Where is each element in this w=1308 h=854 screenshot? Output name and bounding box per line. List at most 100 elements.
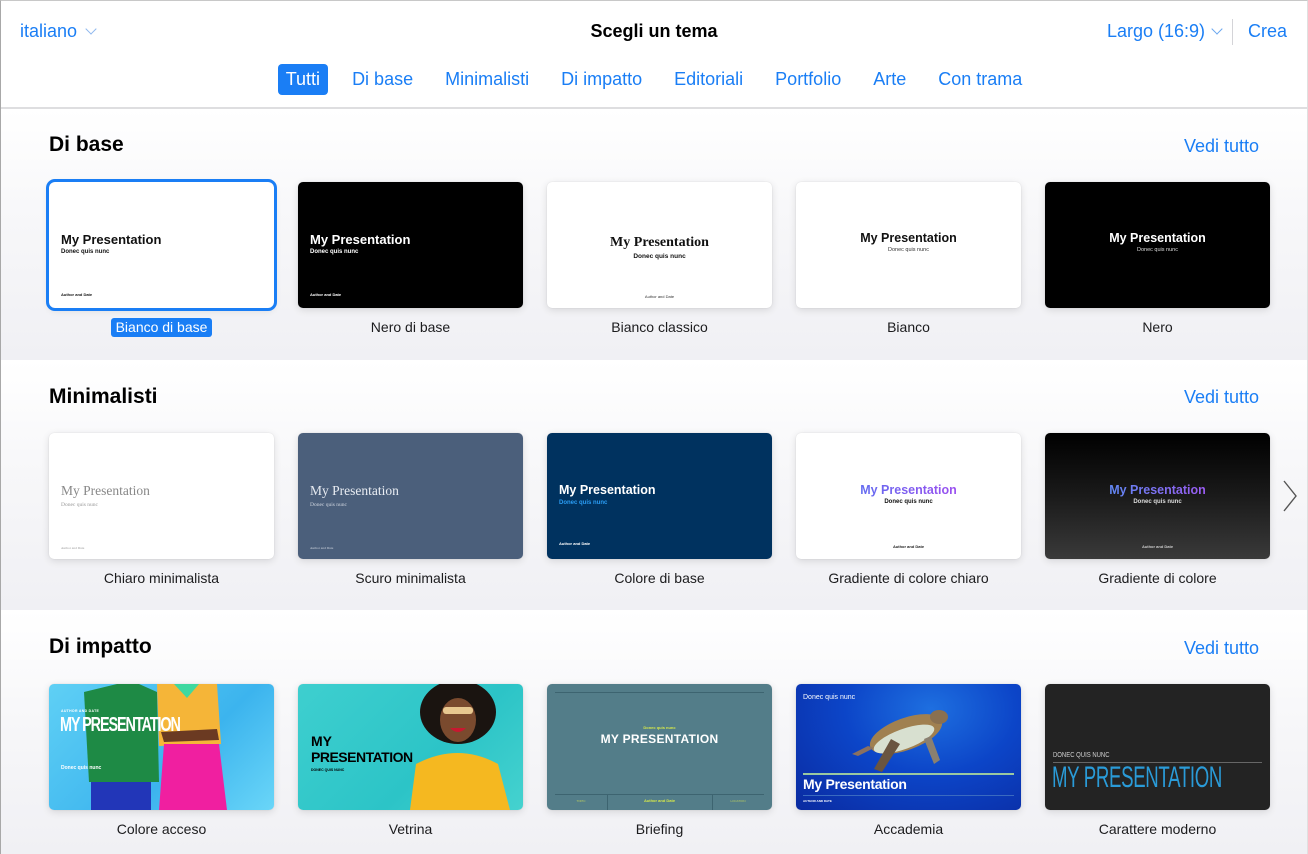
slide-footer-left: TOPIC [576,799,586,803]
theme-card-chiaro-minimalista[interactable]: My Presentation Donec quis nunc Author a… [49,433,274,588]
slide-footer: Author and Date [310,292,342,297]
see-all-link[interactable]: Vedi tutto [1184,387,1259,408]
theme-card-nero-di-base[interactable]: My Presentation Donec quis nunc Author a… [298,182,523,337]
theme-name: Colore acceso [116,821,207,837]
slide-footer: Author and Date [310,546,334,550]
tab-portfolio[interactable]: Portfolio [767,64,849,95]
chevron-right-icon[interactable] [1281,478,1299,514]
aspect-ratio-dropdown[interactable]: Largo (16:9) [1106,21,1223,42]
theme-card-carattere-moderno[interactable]: DONEC QUIS NUNC MY PRESENTATION Caratter… [1045,684,1270,839]
theme-card-gradiente-di-colore-chiaro[interactable]: My Presentation Donec quis nunc Author a… [796,433,1021,588]
slide-footer: Author and Date [559,541,591,546]
slide-subtitle: Donec quis nunc [888,247,929,253]
theme-name: Bianco di base [110,318,213,337]
theme-name: Nero [1142,319,1173,335]
tab-editoriali[interactable]: Editoriali [666,64,751,95]
slide-footer: Author and Date [643,798,676,803]
slide-subtitle: Donec quis nunc [559,500,608,506]
theme-thumbnail[interactable]: My Presentation Donec quis nunc Author a… [1045,433,1270,559]
slide-title: My Presentation [610,235,709,250]
theme-card-vetrina[interactable]: MY PRESENTATION DONEC QUIS NUNC Vetrina [298,684,523,839]
theme-card-nero[interactable]: My Presentation Donec quis nunc Nero [1045,182,1270,337]
section-title: Di base [49,133,124,156]
chevron-down-icon [1211,23,1223,35]
theme-card-gradiente-di-colore[interactable]: My Presentation Donec quis nunc Author a… [1045,433,1270,588]
theme-name: Gradiente di colore [1098,570,1217,586]
divider [803,773,1014,775]
divider [803,795,1014,796]
theme-thumbnail[interactable]: My Presentation Donec quis nunc [1045,182,1270,308]
theme-row: My Presentation Donec quis nunc Author a… [46,179,1270,337]
tab-minimalisti[interactable]: Minimalisti [437,64,537,95]
slide-title: PRESENTATION [311,749,413,765]
people-photo [84,684,227,810]
theme-thumbnail[interactable]: My Presentation Donec quis nunc Author a… [298,433,523,559]
slide-footer: Author and Date [61,546,85,550]
slide-subtitle: DONEC QUIS NUNC [1053,752,1110,759]
slide-subtitle: Donec quis nunc [1137,247,1178,253]
tab-di-impatto[interactable]: Di impatto [553,64,650,95]
theme-thumbnail[interactable]: MY PRESENTATION DONEC QUIS NUNC [298,684,523,810]
theme-card-colore-di-base[interactable]: My Presentation Donec quis nunc Author a… [547,433,772,588]
theme-card-bianco-classico[interactable]: My Presentation Donec quis nunc Author a… [547,182,772,337]
theme-row: My Presentation Donec quis nunc Author a… [49,433,1270,588]
slide-footer: Author and Date [644,294,675,299]
slide-subtitle: Donec quis nunc [633,253,686,260]
theme-name: Colore di base [614,570,705,586]
tab-arte[interactable]: Arte [865,64,914,95]
theme-thumbnail[interactable]: My Presentation Donec quis nunc [796,182,1021,308]
theme-card-briefing[interactable]: Donec quis nunc MY PRESENTATION TOPIC Au… [547,684,772,839]
theme-name: Scuro minimalista [355,570,466,586]
theme-name: Briefing [635,821,684,837]
divider [1232,19,1233,45]
theme-card-bianco-di-base[interactable]: My Presentation Donec quis nunc Author a… [46,179,277,337]
theme-thumbnail[interactable]: My Presentation Donec quis nunc Author a… [46,179,277,311]
theme-thumbnail[interactable]: My Presentation Donec quis nunc Author a… [298,182,523,308]
slide-subtitle: DONEC QUIS NUNC [311,768,345,772]
section-title: Di impatto [49,635,152,658]
theme-name: Carattere moderno [1098,821,1217,837]
slide-title: My Presentation [559,483,656,497]
slide-title: My Presentation [310,483,399,498]
theme-card-scuro-minimalista[interactable]: My Presentation Donec quis nunc Author a… [298,433,523,588]
slide-subtitle: Donec quis nunc [61,249,110,255]
category-tabs: Tutti Di base Minimalisti Di impatto Edi… [1,64,1307,95]
theme-thumbnail[interactable]: Donec quis nunc My Presentation AUTHOR A… [796,684,1021,810]
theme-thumbnail[interactable]: AUTHOR AND DATE MY PRESENTATION Donec qu… [49,684,274,810]
slide-title: My Presentation [1109,231,1206,245]
tab-con-trama[interactable]: Con trama [930,64,1030,95]
see-all-link[interactable]: Vedi tutto [1184,136,1259,157]
slide-footer-right: LOCATION [730,799,746,803]
theme-name: Gradiente di colore chiaro [828,570,989,586]
theme-card-bianco[interactable]: My Presentation Donec quis nunc Bianco [796,182,1021,337]
theme-thumbnail[interactable]: DONEC QUIS NUNC MY PRESENTATION [1045,684,1270,810]
theme-name: Accademia [873,821,944,837]
theme-name: Bianco [887,319,930,335]
theme-name: Nero di base [370,319,451,335]
theme-card-colore-acceso[interactable]: AUTHOR AND DATE MY PRESENTATION Donec qu… [49,684,274,839]
aspect-ratio-label: Largo (16:9) [1106,21,1205,41]
theme-name: Bianco classico [611,319,708,335]
create-button[interactable]: Crea [1248,21,1287,42]
theme-thumbnail[interactable]: My Presentation Donec quis nunc Author a… [547,433,772,559]
section-title: Minimalisti [49,385,158,408]
theme-card-accademia[interactable]: Donec quis nunc My Presentation AUTHOR A… [796,684,1021,839]
theme-chooser-window: italiano Scegli un tema Largo (16:9) Cre… [0,0,1308,854]
slide-footer: AUTHOR AND DATE [61,709,100,713]
slide-title: MY PRESENTATION [60,714,181,736]
theme-thumbnail[interactable]: My Presentation Donec quis nunc Author a… [796,433,1021,559]
slide-title: My Presentation [860,231,957,245]
slide-subtitle: Donec quis nunc [310,249,359,255]
theme-thumbnail[interactable]: My Presentation Donec quis nunc Author a… [49,433,274,559]
slide-title: MY PRESENTATION [1052,761,1223,794]
slide-title: My Presentation [803,776,907,792]
theme-thumbnail[interactable]: Donec quis nunc MY PRESENTATION TOPIC Au… [547,684,772,810]
theme-thumbnail[interactable]: My Presentation Donec quis nunc Author a… [547,182,772,308]
section-di-impatto: Di impatto Vedi tutto AUTHOR AND DATE MY… [1,610,1307,854]
slide-subtitle: Donec quis nunc [884,499,933,505]
tab-di-base[interactable]: Di base [344,64,421,95]
tab-tutti[interactable]: Tutti [277,64,329,95]
see-all-link[interactable]: Vedi tutto [1184,638,1259,659]
slide-footer: Author and Date [892,544,925,549]
slide-title: My Presentation [61,483,150,498]
